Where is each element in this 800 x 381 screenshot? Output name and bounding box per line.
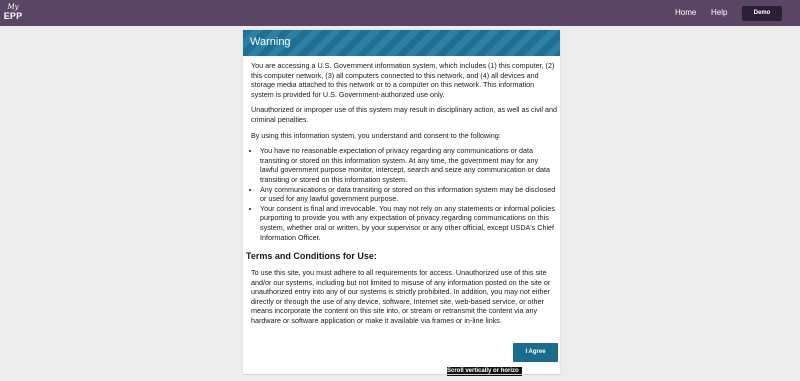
consent-list: You have no reasonable expectation of pr… — [251, 146, 557, 242]
warning-paragraph: You are accessing a U.S. Government info… — [251, 61, 555, 99]
panel-bottom-divider — [243, 374, 560, 375]
warning-panel: Warning You are accessing a U.S. Governm… — [243, 30, 560, 374]
demo-button[interactable]: Demo — [742, 6, 782, 21]
logo-bottom-text: EPP — [3, 11, 23, 21]
nav-help-link[interactable]: Help — [711, 8, 727, 17]
myepp-logo[interactable]: My EPP — [3, 3, 23, 23]
warning-title: Warning — [250, 36, 291, 48]
consent-list-item: Any communications or data transiting or… — [260, 185, 557, 204]
terms-heading: Terms and Conditions for Use: — [246, 251, 377, 261]
terms-text: To use this site, you must adhere to all… — [251, 268, 551, 325]
consent-list-item: Your consent is final and irrevocable. Y… — [260, 204, 557, 242]
warning-paragraph: Unauthorized or improper use of this sys… — [251, 105, 557, 124]
warning-paragraph: By using this information system, you un… — [251, 130, 501, 140]
warning-content: You are accessing a U.S. Government info… — [251, 61, 557, 242]
consent-list-item: You have no reasonable expectation of pr… — [260, 146, 557, 184]
warning-header: Warning — [243, 30, 560, 56]
i-agree-button[interactable]: I Agree — [513, 343, 558, 362]
nav-home-link[interactable]: Home — [675, 8, 696, 17]
logo-top-text: My — [7, 3, 19, 11]
top-navigation-bar: My EPP Home Help Demo — [0, 0, 800, 26]
